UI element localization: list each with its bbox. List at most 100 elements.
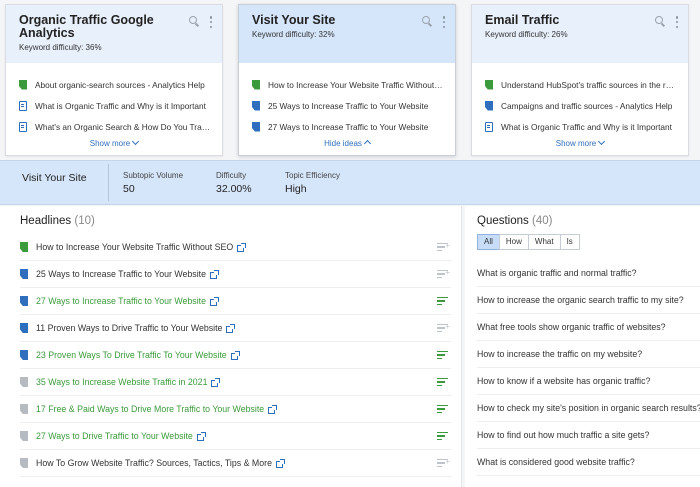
headline-list: How to Increase Your Website Traffic Wit…: [0, 234, 461, 477]
added-to-list-icon[interactable]: [437, 432, 448, 441]
question-row[interactable]: How to increase the traffic on my websit…: [477, 341, 700, 368]
more-options-icon[interactable]: [442, 16, 446, 28]
search-icon[interactable]: [422, 16, 432, 26]
add-to-list-icon[interactable]: [437, 242, 450, 252]
card-difficulty: Keyword difficulty: 32%: [252, 30, 335, 39]
question-row[interactable]: What is organic traffic and normal traff…: [477, 260, 700, 287]
external-link-icon[interactable]: [237, 242, 247, 252]
source-icon: [20, 431, 28, 441]
headline-row[interactable]: 17 Free & Paid Ways to Drive More Traffi…: [20, 396, 451, 423]
add-to-list-icon[interactable]: [437, 269, 450, 279]
added-to-list-icon[interactable]: [437, 405, 448, 414]
chevron-down-icon: [132, 137, 140, 146]
external-link-icon[interactable]: [196, 431, 206, 441]
card-header: Visit Your Site Keyword difficulty: 32%: [239, 5, 455, 63]
green-source-icon: [20, 242, 28, 252]
topic-cards: Organic Traffic Google Analytics Keyword…: [0, 0, 700, 160]
external-link-icon[interactable]: [268, 404, 278, 414]
added-to-list-icon[interactable]: [437, 378, 448, 387]
card-header: Organic Traffic Google Analytics Keyword…: [6, 5, 222, 63]
card-idea-item[interactable]: What is Organic Traffic and Why is it Im…: [485, 116, 676, 137]
chevron-up-icon: [363, 139, 371, 148]
topic-card-selected[interactable]: Visit Your Site Keyword difficulty: 32% …: [238, 4, 456, 156]
card-idea-list: How to Increase Your Website Traffic Wit…: [239, 63, 455, 137]
questions-panel: Questions (40) All How What Is What is o…: [465, 206, 700, 487]
document-source-icon: [485, 121, 493, 132]
source-icon: [20, 404, 28, 414]
source-icon: [252, 100, 260, 111]
external-link-icon[interactable]: [210, 269, 219, 279]
headline-row[interactable]: 25 Ways to Increase Traffic to Your Webs…: [20, 261, 451, 288]
external-link-icon[interactable]: [230, 350, 240, 360]
headline-row[interactable]: 11 Proven Ways to Drive Traffic to Your …: [20, 315, 451, 342]
card-difficulty: Keyword difficulty: 26%: [485, 30, 568, 39]
external-link-icon[interactable]: [211, 377, 221, 387]
card-idea-item[interactable]: What is Organic Traffic and Why is it Im…: [19, 95, 210, 116]
card-idea-item[interactable]: 27 Ways to Increase Traffic to Your Webs…: [252, 116, 443, 137]
headline-row[interactable]: 27 Ways to Increase Traffic to Your Webs…: [20, 288, 451, 315]
add-to-list-icon[interactable]: [437, 323, 450, 333]
topic-title: Visit Your Site: [22, 172, 87, 184]
source-icon: [20, 269, 28, 279]
card-idea-item[interactable]: About organic-search sources - Analytics…: [19, 74, 210, 95]
card-idea-item[interactable]: Understand HubSpot's traffic sources in …: [485, 74, 676, 95]
show-more-link[interactable]: Show more: [472, 137, 688, 148]
question-row[interactable]: What free tools show organic traffic of …: [477, 314, 700, 341]
card-idea-list: About organic-search sources - Analytics…: [6, 63, 222, 137]
card-idea-item[interactable]: What's an Organic Search & How Do You Tr…: [19, 116, 210, 137]
card-difficulty: Keyword difficulty: 36%: [19, 43, 102, 52]
added-to-list-icon[interactable]: [437, 297, 448, 306]
external-link-icon[interactable]: [275, 458, 285, 468]
filter-how-button[interactable]: How: [498, 234, 529, 250]
green-source-icon: [19, 79, 27, 90]
headlines-panel: Headlines (10) How to Increase Your Webs…: [0, 206, 462, 487]
document-source-icon: [19, 121, 27, 132]
search-icon[interactable]: [189, 16, 199, 26]
search-icon[interactable]: [655, 16, 665, 26]
card-idea-list: Understand HubSpot's traffic sources in …: [472, 63, 688, 137]
source-icon: [485, 100, 493, 111]
source-icon: [20, 323, 28, 333]
external-link-icon[interactable]: [226, 323, 236, 333]
question-row[interactable]: How to know if a website has organic tra…: [477, 368, 700, 395]
card-idea-item[interactable]: How to Increase Your Website Traffic Wit…: [252, 74, 443, 95]
card-actions: [655, 16, 679, 28]
filter-what-button[interactable]: What: [527, 234, 561, 250]
filter-is-button[interactable]: Is: [559, 234, 580, 250]
topic-card[interactable]: Email Traffic Keyword difficulty: 26% Un…: [471, 4, 689, 156]
headline-row[interactable]: 27 Ways to Drive Traffic to Your Website: [20, 423, 451, 450]
show-more-link[interactable]: Show more: [6, 137, 222, 148]
headline-row[interactable]: 35 Ways to Increase Website Traffic in 2…: [20, 369, 451, 396]
filter-all-button[interactable]: All: [477, 234, 500, 250]
more-options-icon[interactable]: [209, 16, 213, 28]
metric-topic-efficiency: Topic Efficiency High: [285, 171, 340, 195]
divider: [108, 164, 109, 201]
add-to-list-icon[interactable]: [437, 458, 450, 468]
source-icon: [20, 377, 28, 387]
more-options-icon[interactable]: [675, 16, 679, 28]
headline-row[interactable]: How To Grow Website Traffic? Sources, Ta…: [20, 450, 451, 477]
card-idea-item[interactable]: Campaigns and traffic sources - Analytic…: [485, 95, 676, 116]
green-source-icon: [252, 79, 260, 90]
question-row[interactable]: What is considered good website traffic?: [477, 449, 700, 476]
metric-difficulty: Difficulty 32.00%: [216, 171, 252, 195]
document-source-icon: [19, 100, 27, 111]
external-link-icon[interactable]: [210, 296, 219, 306]
question-row[interactable]: How to increase the organic search traff…: [477, 287, 700, 314]
topic-card[interactable]: Organic Traffic Google Analytics Keyword…: [5, 4, 223, 156]
source-icon: [20, 350, 28, 360]
card-idea-item[interactable]: 25 Ways to Increase Traffic to Your Webs…: [252, 95, 443, 116]
source-icon: [252, 121, 260, 132]
card-actions: [422, 16, 446, 28]
headline-row[interactable]: How to Increase Your Website Traffic Wit…: [20, 234, 451, 261]
added-to-list-icon[interactable]: [437, 351, 448, 360]
card-title: Visit Your Site: [252, 13, 336, 27]
source-icon: [20, 296, 28, 306]
topic-summary-bar: Visit Your Site Subtopic Volume 50 Diffi…: [0, 160, 700, 205]
question-row[interactable]: How to check my site's position in organ…: [477, 395, 700, 422]
headline-row[interactable]: 23 Proven Ways To Drive Traffic To Your …: [20, 342, 451, 369]
headlines-title: Headlines (10): [20, 215, 95, 227]
question-row[interactable]: How to find out how much traffic a site …: [477, 422, 700, 449]
hide-ideas-link[interactable]: Hide ideas: [239, 139, 455, 148]
card-title: Email Traffic: [485, 13, 560, 27]
